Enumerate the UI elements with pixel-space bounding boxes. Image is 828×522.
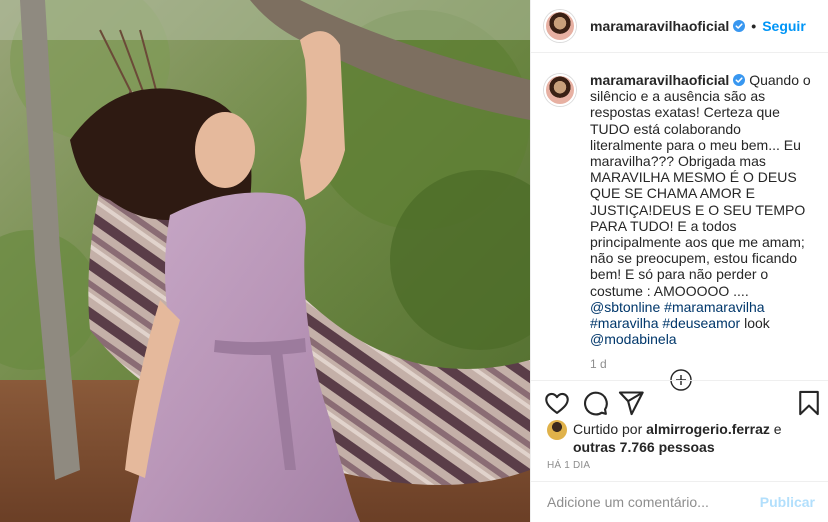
- header-separator: •: [751, 18, 757, 34]
- add-comment-bar: Publicar: [531, 481, 828, 522]
- post-header: maramaravilhaoficial • Seguir: [531, 0, 828, 53]
- follow-button[interactable]: Seguir: [762, 18, 806, 34]
- verified-badge-icon: [733, 20, 746, 32]
- caption-avatar[interactable]: [544, 74, 576, 106]
- likes-count[interactable]: outras 7.766 pessoas: [573, 439, 715, 455]
- caption-age: 1 d: [590, 357, 607, 372]
- likes-prefix: Curtido por: [573, 421, 647, 437]
- heart-icon[interactable]: [543, 389, 571, 417]
- author-avatar[interactable]: [544, 10, 576, 42]
- share-icon[interactable]: [617, 389, 645, 417]
- post-photo-illustration: [0, 0, 530, 522]
- caption-look-word: look: [740, 315, 770, 332]
- post-side-panel: maramaravilhaoficial • Seguir maramaravi…: [530, 0, 828, 522]
- comment-icon[interactable]: [581, 389, 609, 417]
- mention-sbtonline[interactable]: @sbtonline: [590, 299, 660, 315]
- author-username[interactable]: maramaravilhaoficial: [590, 18, 729, 34]
- instagram-post: maramaravilhaoficial • Seguir maramaravi…: [0, 0, 828, 522]
- liker-avatar[interactable]: [547, 420, 567, 440]
- caption-body: Quando o silêncio e a ausência são as re…: [590, 72, 811, 299]
- comments-area: maramaravilhaoficial Quando o silêncio e…: [531, 54, 828, 391]
- verified-badge-icon: [733, 74, 746, 86]
- hashtag-deuseamor[interactable]: #deuseamor: [662, 315, 740, 331]
- post-timestamp[interactable]: HÁ 1 DIA: [547, 460, 590, 471]
- caption-text: maramaravilhaoficial Quando o silêncio e…: [590, 72, 812, 347]
- publish-button[interactable]: Publicar: [760, 494, 815, 510]
- likes-joiner: e: [769, 421, 782, 437]
- post-photo[interactable]: [0, 0, 530, 522]
- caption-username[interactable]: maramaravilhaoficial: [590, 72, 729, 88]
- likes-text: Curtido por almirrogerio.ferraz e outras…: [573, 420, 819, 456]
- likes-summary: Curtido por almirrogerio.ferraz e outras…: [547, 420, 819, 456]
- hashtag-maravilha[interactable]: #maravilha: [590, 315, 658, 331]
- caption-row: maramaravilhaoficial Quando o silêncio e…: [544, 72, 813, 347]
- mention-modabinela[interactable]: @modabinela: [590, 331, 677, 347]
- comment-input[interactable]: [547, 494, 760, 510]
- bookmark-icon[interactable]: [795, 389, 823, 417]
- action-bar: [531, 380, 828, 425]
- liker-username[interactable]: almirrogerio.ferraz: [646, 421, 770, 437]
- hashtag-maramaravilha[interactable]: #maramaravilha: [664, 299, 764, 315]
